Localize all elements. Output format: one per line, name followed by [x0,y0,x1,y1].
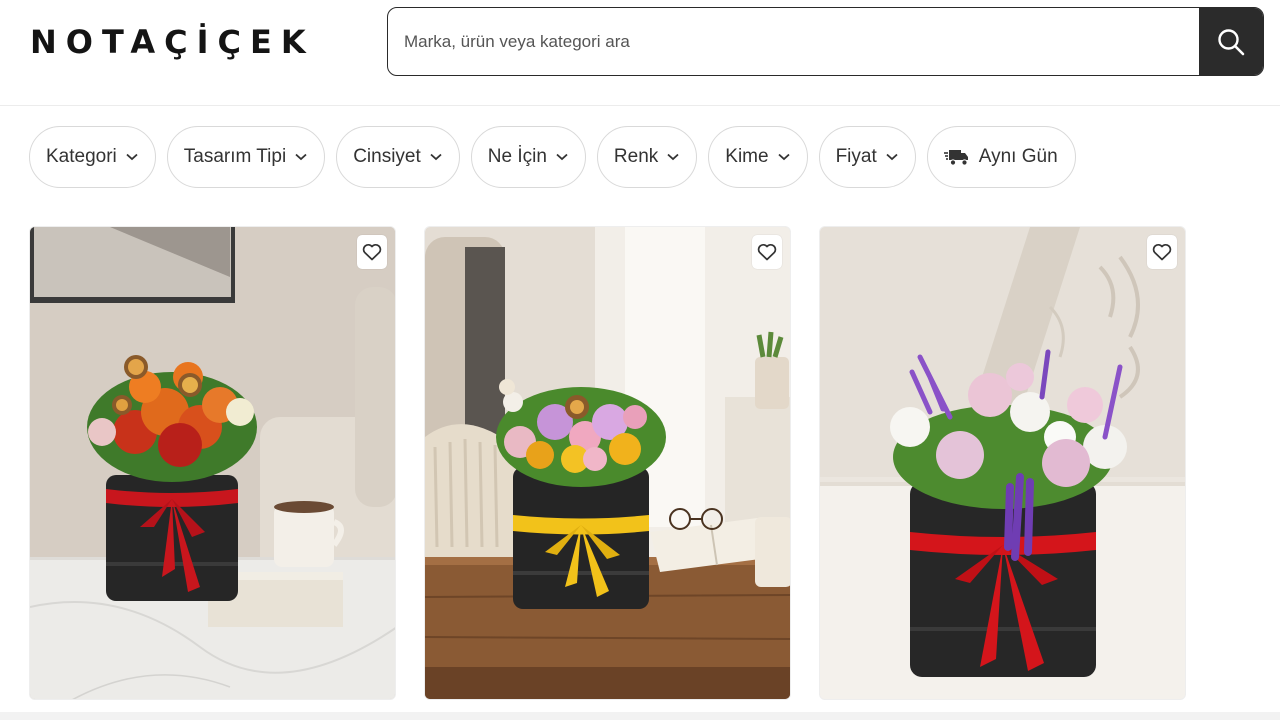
filter-label: Renk [613,146,659,167]
heart-icon [757,243,777,261]
product-image [30,227,395,699]
search-button[interactable] [1199,8,1263,75]
filter-renk[interactable]: Renk [596,126,698,188]
filter-label: Aynı Gün [978,146,1058,167]
site-header: NOTAÇİÇEK [0,0,1280,106]
favorite-button[interactable] [1147,235,1177,269]
chevron-down-icon [556,153,568,161]
chevron-down-icon [886,153,898,161]
chevron-down-icon [667,153,679,161]
page-divider [0,712,1280,720]
favorite-button[interactable] [357,235,387,269]
filter-ayni-gun[interactable]: Aynı Gün [926,126,1076,188]
filter-bar: Kategori Tasarım Tipi Cinsiyet Ne İçin R… [29,126,1076,188]
product-image [820,227,1185,699]
product-card[interactable] [819,226,1186,700]
filter-kime[interactable]: Kime [708,126,808,188]
delivery-truck-icon [943,147,970,167]
filter-label: Kategori [46,146,117,167]
filter-label: Ne İçin [487,146,547,167]
site-logo[interactable]: NOTAÇİÇEK [30,22,315,62]
chevron-down-icon [126,153,138,161]
search-bar [387,7,1264,76]
filter-ne-icin[interactable]: Ne İçin [470,126,586,188]
search-icon [1218,28,1245,55]
filter-label: Fiyat [835,146,877,167]
chevron-down-icon [777,153,790,161]
chevron-down-icon [430,153,442,161]
filter-cinsiyet[interactable]: Cinsiyet [336,126,460,188]
filter-label: Tasarım Tipi [183,146,287,167]
filter-kategori[interactable]: Kategori [29,126,156,188]
heart-icon [362,243,382,261]
search-input[interactable] [388,8,1199,75]
favorite-button[interactable] [752,235,782,269]
filter-fiyat[interactable]: Fiyat [818,126,916,188]
filter-label: Kime [725,146,769,167]
filter-tasarim-tipi[interactable]: Tasarım Tipi [166,126,326,188]
product-card[interactable] [424,226,791,700]
chevron-down-icon [295,153,307,161]
heart-icon [1152,243,1172,261]
filter-label: Cinsiyet [353,146,421,167]
product-image [425,227,790,699]
product-card[interactable] [29,226,396,700]
